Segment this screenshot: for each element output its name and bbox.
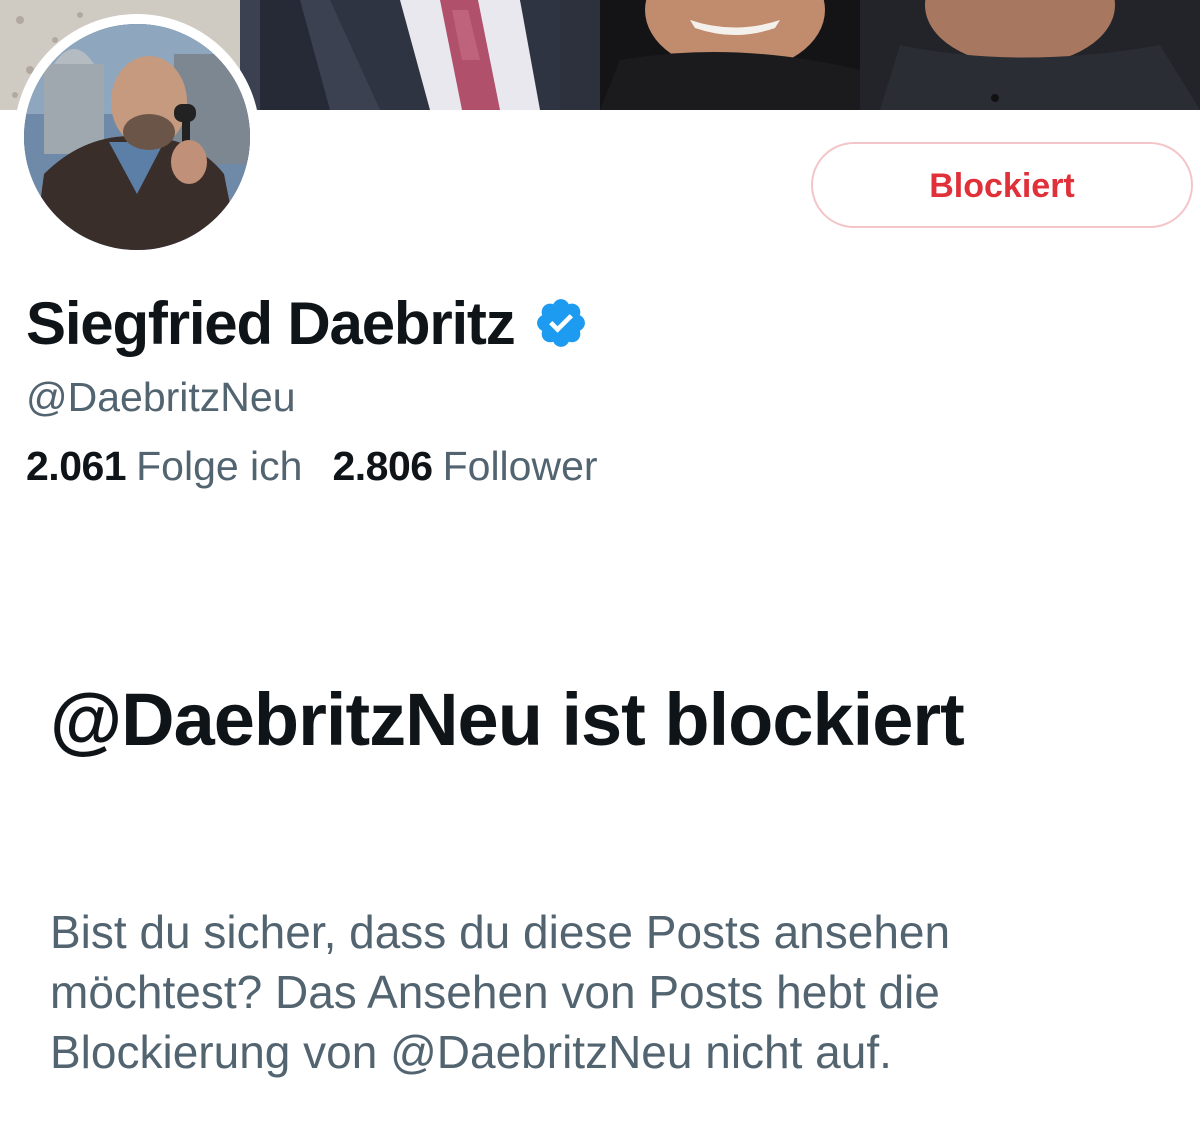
profile-photo bbox=[24, 24, 250, 250]
profile-name-row: Siegfried Daebritz bbox=[26, 288, 589, 358]
profile-handle: @DaebritzNeu bbox=[26, 374, 296, 420]
profile-name: Siegfried Daebritz bbox=[26, 289, 516, 357]
followers-count: 2.806 bbox=[332, 443, 433, 489]
followers-stat[interactable]: 2.806 Follower bbox=[332, 443, 597, 490]
blocked-notice-description: Bist du sicher, dass du diese Posts anse… bbox=[50, 906, 951, 1078]
avatar-ring bbox=[14, 14, 260, 260]
followers-label: Follower bbox=[442, 443, 598, 489]
profile-stats: 2.061 Folge ich 2.806 Follower bbox=[26, 443, 598, 490]
avatar[interactable] bbox=[24, 24, 250, 250]
following-label: Folge ich bbox=[136, 443, 303, 489]
blocked-notice-title: @DaebritzNeu ist blockiert bbox=[50, 678, 965, 761]
following-stat[interactable]: 2.061 Folge ich bbox=[26, 443, 302, 490]
blocked-button[interactable]: Blockiert bbox=[811, 142, 1193, 228]
verified-badge-icon[interactable] bbox=[533, 295, 589, 351]
following-count: 2.061 bbox=[26, 443, 127, 489]
